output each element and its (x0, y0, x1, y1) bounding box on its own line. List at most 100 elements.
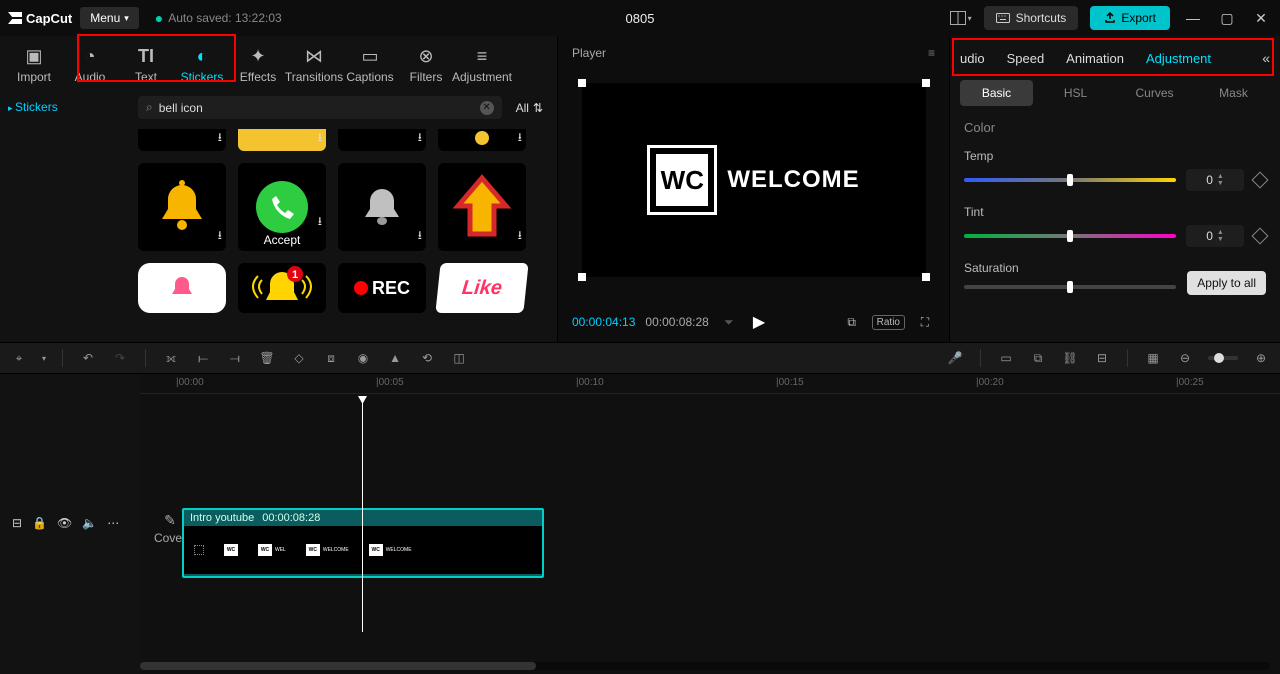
sticker-arrow-up[interactable]: ⭳ (438, 163, 526, 251)
menu-button[interactable]: Menu ▾ (80, 7, 139, 29)
sticker-like[interactable]: Like (435, 263, 528, 313)
mute-button[interactable]: 🔈 (82, 516, 97, 530)
toggle-track-button[interactable]: ⊟ (12, 516, 22, 530)
download-icon[interactable]: ⭳ (318, 128, 322, 149)
search-box[interactable]: ⌕ ✕ (138, 96, 502, 119)
all-filter-button[interactable]: All ⇅ (510, 101, 549, 115)
stepper-icon[interactable]: ▲▼ (1217, 229, 1224, 243)
crop-tool[interactable]: ⧈ (322, 351, 340, 366)
download-icon[interactable]: ⭳ (518, 128, 522, 149)
split-button[interactable]: ⟗ (162, 351, 180, 366)
fullscreen-button[interactable]: ⛶ (915, 315, 935, 330)
sticker-item[interactable]: ⭳ (138, 129, 226, 151)
keyframe-button[interactable] (1252, 172, 1269, 189)
eye-button[interactable]: 👁 (57, 516, 72, 530)
sticker-bell-pink[interactable] (138, 263, 226, 313)
marker-button[interactable]: ◇ (290, 351, 308, 365)
subtab-curves[interactable]: Curves (1118, 80, 1191, 106)
video-clip[interactable]: Intro youtube 00:00:08:28 WC WCWEL WCWEL… (182, 508, 544, 578)
speed-button[interactable]: ◉ (354, 351, 372, 365)
subtab-mask[interactable]: Mask (1197, 80, 1270, 106)
sticker-item[interactable]: ⭳ (438, 129, 526, 151)
preview-cut-button[interactable]: ▦ (1144, 351, 1162, 365)
layout-button[interactable]: ▾ (950, 11, 972, 25)
selection-handle[interactable] (578, 79, 586, 87)
download-icon[interactable]: ⭳ (518, 226, 522, 247)
slider-thumb[interactable] (1067, 174, 1073, 186)
snapshot-button[interactable]: ⧉ (842, 315, 862, 330)
tab-adjustment[interactable]: ≡Adjustment (454, 40, 510, 90)
magnet-button[interactable]: ▭ (997, 351, 1015, 365)
download-icon[interactable]: ⭳ (418, 226, 422, 247)
prev-frame-button[interactable]: ⏷ (719, 315, 739, 330)
undo-button[interactable]: ↶ (79, 351, 97, 365)
player-stage[interactable]: WC WELCOME (582, 83, 926, 277)
clear-search-button[interactable]: ✕ (480, 101, 494, 115)
download-icon[interactable]: ⭳ (418, 128, 422, 149)
sticker-item[interactable]: ⭳ (338, 129, 426, 151)
tab-adjustment[interactable]: Adjustment (1146, 51, 1211, 66)
delete-left-button[interactable]: ⟝ (194, 351, 212, 366)
crop-button[interactable]: ◫ (450, 351, 468, 365)
keyframe-button[interactable] (1252, 228, 1269, 245)
timeline-scrollbar[interactable] (140, 662, 1270, 670)
tint-value[interactable]: 0▲▼ (1186, 225, 1244, 247)
rotate-button[interactable]: ⟲ (418, 351, 436, 365)
lock-track-button[interactable]: 🔒 (32, 516, 47, 530)
shortcuts-button[interactable]: Shortcuts (984, 6, 1079, 30)
selection-tool[interactable]: ⌖ (10, 351, 28, 366)
zoom-in-button[interactable]: ⊕ (1252, 351, 1270, 365)
selection-handle[interactable] (578, 273, 586, 281)
temp-value[interactable]: 0▲▼ (1186, 169, 1244, 191)
align-button[interactable]: ⊟ (1093, 351, 1111, 365)
tab-effects[interactable]: ✦Effects (230, 40, 286, 90)
sticker-silver-bell[interactable]: ⭳ (338, 163, 426, 251)
tab-animation[interactable]: Animation (1066, 51, 1124, 66)
tab-audio[interactable]: udio (960, 51, 985, 66)
ratio-button[interactable]: Ratio (872, 315, 905, 330)
subtab-basic[interactable]: Basic (960, 80, 1033, 106)
tab-text[interactable]: TIText (118, 40, 174, 90)
tint-slider[interactable] (964, 234, 1176, 238)
sticker-bell-notification[interactable]: 1 (238, 263, 326, 313)
subtab-hsl[interactable]: HSL (1039, 80, 1112, 106)
sticker-item[interactable]: ⭳ (238, 129, 326, 151)
tab-audio[interactable]: ◔Audio (62, 40, 118, 90)
playhead[interactable] (362, 398, 363, 632)
sticker-bell-yellow[interactable]: ⭳ (138, 163, 226, 251)
maximize-button[interactable]: ▢ (1216, 10, 1238, 27)
tab-filters[interactable]: ⊗Filters (398, 40, 454, 90)
tab-transitions[interactable]: ⋈Transitions (286, 40, 342, 90)
mirror-button[interactable]: ▲ (386, 351, 404, 365)
more-button[interactable]: ⋯ (107, 516, 119, 530)
slider-thumb[interactable] (1067, 281, 1073, 293)
link-button[interactable]: ⧉ (1029, 351, 1047, 366)
player-menu-button[interactable]: ≡ (928, 46, 935, 60)
selection-handle[interactable] (922, 273, 930, 281)
play-button[interactable]: ▶ (753, 312, 765, 332)
temp-slider[interactable] (964, 178, 1176, 182)
delete-button[interactable]: 🗑 (258, 351, 276, 365)
sticker-rec[interactable]: REC (338, 263, 426, 313)
chain-button[interactable]: ⛓ (1061, 351, 1079, 365)
tab-stickers[interactable]: ◐Stickers (174, 40, 230, 90)
download-icon[interactable]: ⭳ (218, 128, 222, 149)
collapse-button[interactable]: « (1262, 50, 1270, 66)
scrollbar-thumb[interactable] (140, 662, 536, 670)
selection-handle[interactable] (922, 79, 930, 87)
minimize-button[interactable]: — (1182, 10, 1204, 26)
apply-to-all-button[interactable]: Apply to all (1187, 271, 1266, 295)
delete-right-button[interactable]: ⟞ (226, 351, 244, 366)
sidebar-item-stickers[interactable]: Stickers (8, 100, 122, 114)
sticker-accept[interactable]: Accept ⭳ (238, 163, 326, 251)
tab-speed[interactable]: Speed (1007, 51, 1045, 66)
zoom-slider[interactable] (1208, 356, 1238, 360)
stepper-icon[interactable]: ▲▼ (1217, 173, 1224, 187)
close-button[interactable]: ✕ (1250, 10, 1272, 27)
export-button[interactable]: Export (1090, 6, 1170, 30)
zoom-out-button[interactable]: ⊖ (1176, 351, 1194, 365)
download-icon[interactable]: ⭳ (218, 226, 222, 247)
slider-thumb[interactable] (1067, 230, 1073, 242)
redo-button[interactable]: ↷ (111, 351, 129, 365)
timeline-tracks[interactable]: |00:00 |00:05 |00:10 |00:15 |00:20 |00:2… (140, 374, 1280, 674)
